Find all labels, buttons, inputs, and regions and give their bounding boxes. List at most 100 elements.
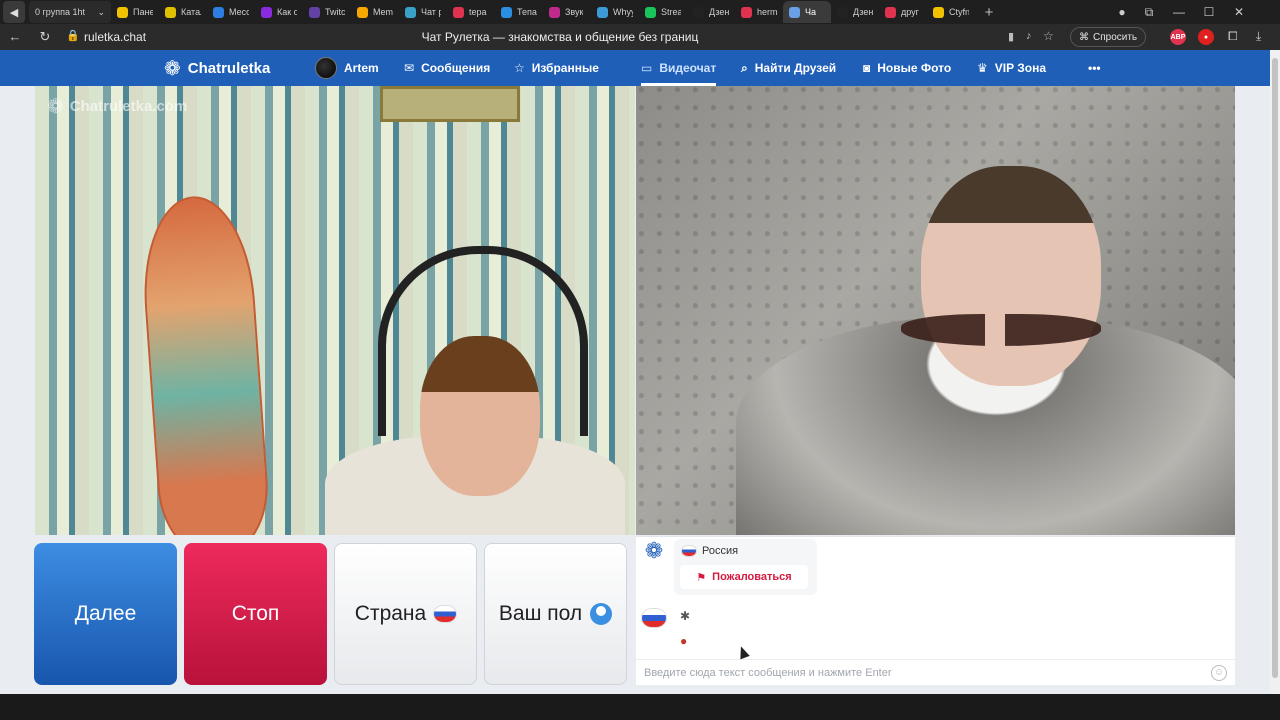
tab-label: Whyy <box>613 7 633 17</box>
video-watermark: ❁ Chatruletka.com <box>47 94 187 119</box>
browser-tab[interactable]: Месс <box>207 1 255 23</box>
tab-favicon-icon <box>357 6 368 18</box>
browser-tab[interactable]: Ча <box>783 1 831 23</box>
wall-picture <box>380 86 520 122</box>
partner-video <box>636 86 1235 535</box>
tab-favicon-icon <box>453 6 464 18</box>
nav-favorites[interactable]: ☆ Избранные <box>514 50 599 86</box>
ask-icon: ⌘ <box>1079 31 1089 43</box>
my-country-flag-icon <box>642 609 666 627</box>
browser-tab[interactable]: Пане <box>111 1 159 23</box>
tab-label: Ctyfn <box>949 7 969 17</box>
tab-favicon-icon <box>165 6 176 18</box>
nav-favorites-label: Избранные <box>531 61 599 75</box>
browser-tab[interactable]: Whyy <box>591 1 639 23</box>
speaker-icon[interactable]: ◀ <box>3 1 25 23</box>
nav-new-photos-label: Новые Фото <box>877 61 952 75</box>
site-header: ❁ Chatruletka Artem ✉ Сообщения ☆ Избран… <box>0 50 1270 86</box>
tab-favicon-icon <box>693 6 704 18</box>
russia-flag-icon <box>682 546 696 556</box>
adblock-extension-icon[interactable]: ABP <box>1170 29 1186 45</box>
address-bar: ← ↻ 🔒 ruletka.chat Чат Рулетка — знакомс… <box>0 24 1280 50</box>
maximize-icon[interactable]: ☐ <box>1194 5 1224 19</box>
extensions-puzzle-icon[interactable]: ⧠ <box>1228 29 1238 44</box>
brand-logo[interactable]: ❁ Chatruletka <box>164 50 270 86</box>
browser-tab[interactable]: Как о <box>255 1 303 23</box>
tab-favicon-icon <box>405 6 416 18</box>
browser-tab[interactable]: Чат р <box>399 1 447 23</box>
browser-tab[interactable]: Strea <box>639 1 687 23</box>
tab-group-label: 0 группа 1ht <box>35 7 85 17</box>
gender-button[interactable]: Ваш пол <box>484 543 627 685</box>
emoji-icon[interactable]: ☺ <box>1211 665 1227 681</box>
camera-icon[interactable]: ▮ <box>1008 30 1014 43</box>
tab-label: Месс <box>229 7 249 17</box>
nav-vip[interactable]: ♛ VIP Зона <box>977 50 1046 86</box>
nav-find-friends[interactable]: ⌕ Найти Друзей <box>741 50 836 86</box>
brand-name: Chatruletka <box>187 59 271 77</box>
browser-tab[interactable]: tepa <box>447 1 495 23</box>
more-menu-button[interactable]: ••• <box>1088 50 1101 86</box>
browser-tab[interactable]: Катал <box>159 1 207 23</box>
tab-favicon-icon <box>213 6 224 18</box>
report-button[interactable]: ⚑ Пожаловаться <box>680 565 808 589</box>
search-icon: ⌕ <box>741 60 748 75</box>
tab-favicon-icon <box>309 6 320 18</box>
browser-tab[interactable]: Ctyfn <box>927 1 975 23</box>
bookmark-icon[interactable]: ☆ <box>1043 29 1054 43</box>
tab-label: Катал <box>181 7 201 17</box>
close-icon[interactable]: ✕ <box>1224 5 1254 19</box>
profile-icon[interactable]: ● <box>1110 5 1134 19</box>
scrollbar-thumb[interactable] <box>1272 58 1278 678</box>
chevron-down-icon: ⌄ <box>97 6 105 17</box>
browser-tab[interactable]: Тепа <box>495 1 543 23</box>
nav-videochat[interactable]: ▭ Видеочат <box>641 50 717 86</box>
chat-panel: ❁ Россия ⚑ Пожаловаться ✱ ● Введите сюда… <box>636 536 1235 685</box>
tab-label: Strea <box>661 7 681 17</box>
partner-country-label: Россия <box>702 545 739 557</box>
nav-find-friends-label: Найти Друзей <box>754 61 837 75</box>
nav-user-profile[interactable]: Artem <box>315 50 379 86</box>
window-controls: ● ⧉ — ☐ ✕ <box>1110 0 1254 24</box>
restore-icon[interactable]: ⧉ <box>1134 5 1164 20</box>
chatruletka-logo-icon: ❁ <box>47 96 64 118</box>
tab-label: Как о <box>277 7 297 17</box>
page-scrollbar[interactable] <box>1270 50 1280 694</box>
download-icon[interactable]: ⤓ <box>1256 29 1261 44</box>
partner-country: Россия <box>682 545 738 557</box>
chat-input-placeholder: Введите сюда текст сообщения и нажмите E… <box>644 666 892 679</box>
extension-icon[interactable]: ● <box>1198 29 1214 45</box>
ask-button[interactable]: ⌘ Спросить <box>1070 27 1147 47</box>
nav-messages[interactable]: ✉ Сообщения <box>404 50 490 86</box>
browser-tab[interactable]: друг <box>879 1 927 23</box>
mic-icon[interactable]: ♪ <box>1026 30 1032 42</box>
tab-favicon-icon <box>597 6 608 18</box>
minimize-icon[interactable]: — <box>1164 5 1194 19</box>
stop-button[interactable]: Стоп <box>184 543 327 685</box>
next-button[interactable]: Далее <box>34 543 177 685</box>
chatruletka-logo-icon: ❁ <box>644 538 664 563</box>
next-label: Далее <box>74 602 137 625</box>
tab-label: Дзен <box>709 7 729 17</box>
browser-tab[interactable]: Дзен <box>687 1 735 23</box>
my-video: ❁ Chatruletka.com <box>35 86 635 535</box>
chat-input[interactable]: Введите сюда текст сообщения и нажмите E… <box>636 659 1235 685</box>
chatruletka-logo-icon: ❁ <box>164 57 181 80</box>
tab-label: Звук <box>565 7 584 17</box>
tab-group[interactable]: 0 группа 1ht ⌄ <box>29 1 111 23</box>
browser-tab[interactable]: Mem <box>351 1 399 23</box>
browser-tab[interactable]: Twitc <box>303 1 351 23</box>
more-icon: ••• <box>1088 61 1101 75</box>
emoji-message-icon: ● <box>680 634 688 648</box>
tab-label: herm <box>757 7 777 17</box>
photo-camera-icon: ◙ <box>863 61 871 75</box>
new-tab-button[interactable]: + <box>981 4 997 21</box>
browser-tab[interactable]: Звук <box>543 1 591 23</box>
browser-tab[interactable]: herm <box>735 1 783 23</box>
browser-tab[interactable]: Дзен <box>831 1 879 23</box>
country-button[interactable]: Страна <box>334 543 477 685</box>
page-title: Чат Рулетка — знакомства и общение без г… <box>421 30 699 44</box>
nav-new-photos[interactable]: ◙ Новые Фото <box>863 50 951 86</box>
tab-favicon-icon <box>741 6 752 18</box>
nav-vip-label: VIP Зона <box>994 61 1046 75</box>
